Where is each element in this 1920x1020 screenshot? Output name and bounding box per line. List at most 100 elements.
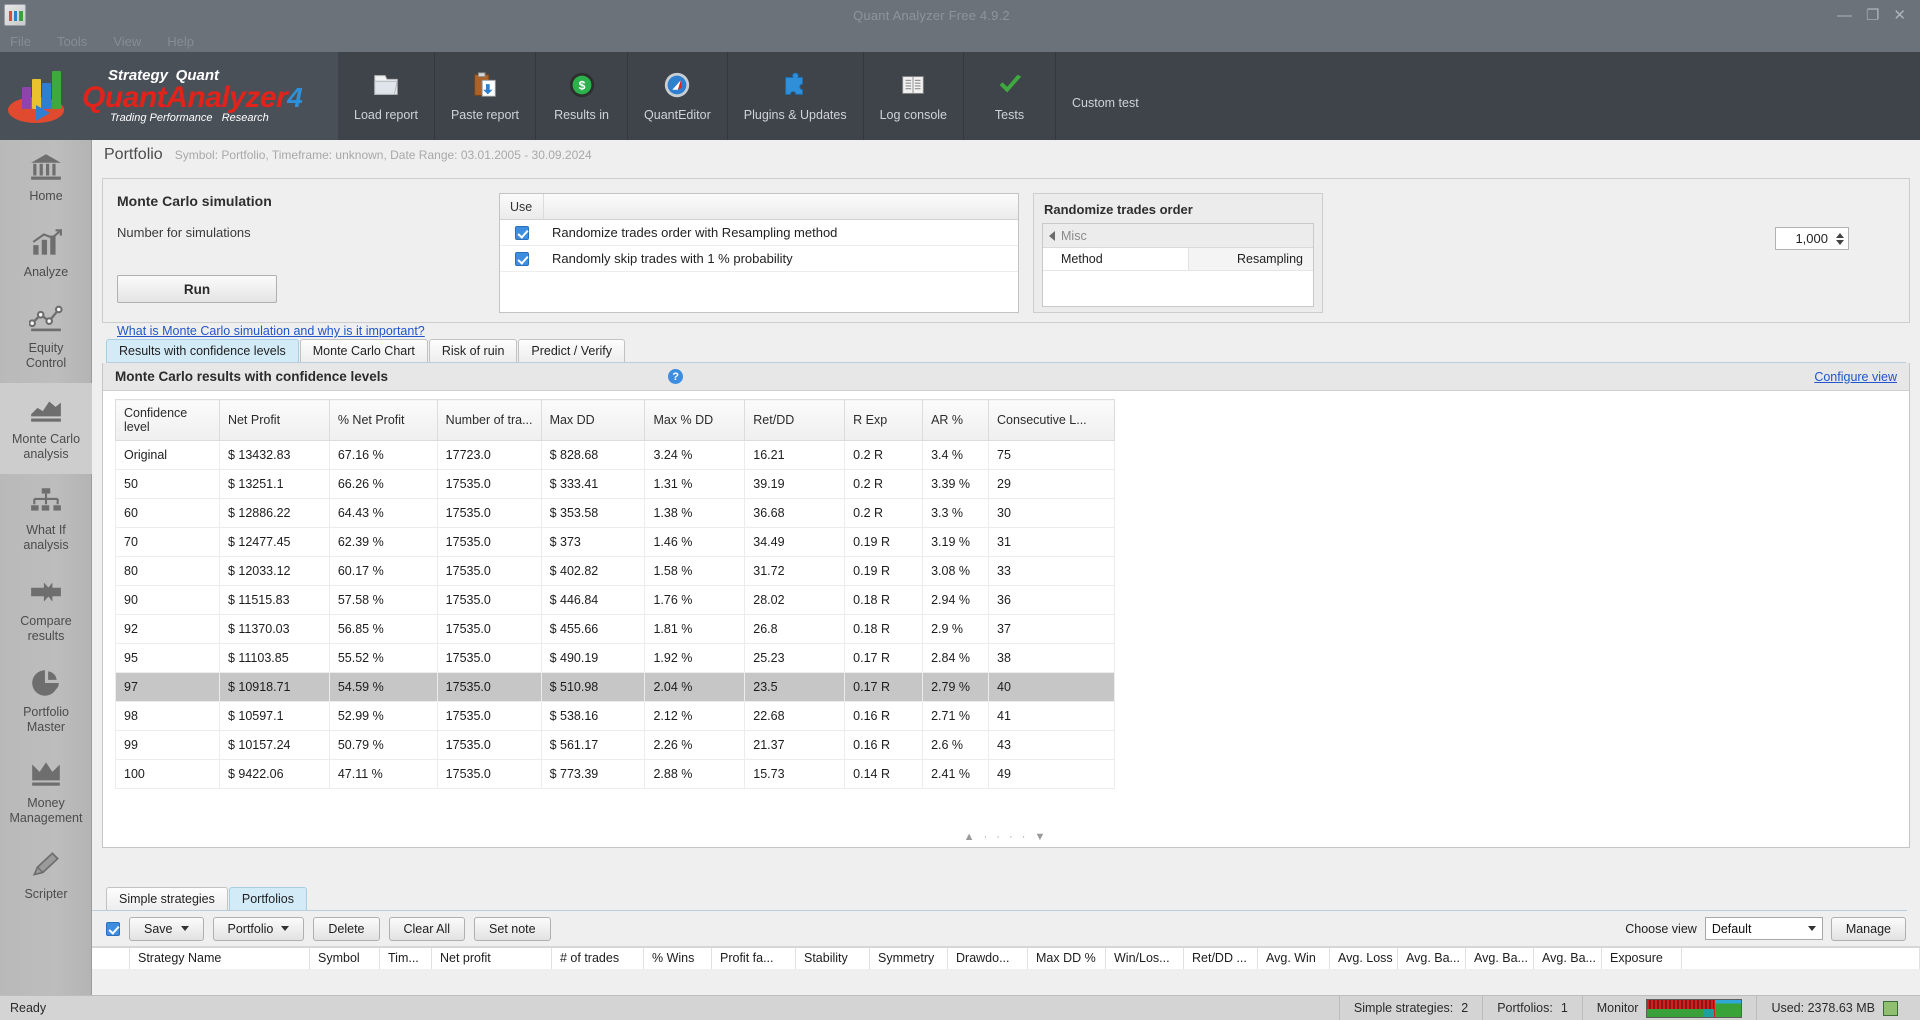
grid-column-header[interactable]: Avg. Win [1258,948,1330,969]
tab-predict-verify[interactable]: Predict / Verify [518,339,625,362]
sidebar-item-money-management[interactable]: Money Management [0,747,92,838]
table-row[interactable]: 50 $ 13251.1 66.26 % 17535.0 $ 333.41 1.31 % 3… [115,469,1115,499]
ribbon-log-console[interactable]: Log console [864,52,965,140]
sidebar-item-portfolio-master[interactable]: Portfolio Master [0,656,92,747]
grid-column-header[interactable]: Avg. Ba... [1398,948,1466,969]
delete-button[interactable]: Delete [313,916,380,941]
grid-column-header[interactable]: Profit fa... [712,948,796,969]
property-value[interactable]: Resampling [1189,248,1313,270]
grid-column-header[interactable]: Exposure [1602,948,1682,969]
grid-column-header[interactable]: Ret/DD ... [1184,948,1258,969]
col-ret-dd[interactable]: Ret/DD [744,399,846,441]
randomize-property-row[interactable]: Method Resampling [1043,248,1313,271]
grid-column-header[interactable]: % Wins [644,948,712,969]
manage-button[interactable]: Manage [1830,916,1906,941]
table-row[interactable]: 80 $ 12033.12 60.17 % 17535.0 $ 402.82 1.58 %… [115,556,1115,586]
run-button[interactable]: Run [117,275,277,303]
col-max-dd[interactable]: Max DD [540,399,646,441]
grid-column-header[interactable]: Drawdo... [948,948,1028,969]
collapse-triangle-icon[interactable] [1049,230,1055,241]
grid-column-header[interactable]: Avg. Ba... [1534,948,1602,969]
ribbon-plugins-updates[interactable]: Plugins & Updates [728,52,864,140]
grid-column-header[interactable]: Max DD % [1028,948,1106,969]
randomly-skip-checkbox[interactable] [515,251,529,266]
ribbon-results-in[interactable]: $ Results in [536,52,629,140]
recycle-icon[interactable] [1883,1000,1898,1016]
close-icon[interactable]: ✕ [1893,8,1906,23]
chevron-down-icon[interactable] [281,926,290,931]
option-row-randomize[interactable]: Randomize trades order with Resampling m… [500,220,1018,246]
sidebar-item-equity-control[interactable]: Equity Control [0,292,92,383]
col-consecutive-l[interactable]: Consecutive L... [988,399,1115,441]
menu-item-file[interactable]: File [10,34,31,49]
tab-simple-strategies[interactable]: Simple strategies [106,887,228,910]
grid-column-header[interactable]: Symmetry [870,948,948,969]
monitor-graph-icon[interactable] [1646,998,1743,1018]
sidebar-item-scripter[interactable]: Scripter [0,838,92,914]
menu-item-help[interactable]: Help [167,34,194,49]
simulations-stepper[interactable]: 1,000 [1775,227,1849,250]
ribbon-tests[interactable]: Tests [964,52,1057,140]
randomize-trades-checkbox[interactable] [515,225,529,240]
sidebar-item-home[interactable]: Home [0,140,92,216]
col-pct-net-profit[interactable]: % Net Profit [328,399,438,441]
stepper-arrows[interactable] [1834,232,1848,245]
table-row[interactable]: 70 $ 12477.45 62.39 % 17535.0 $ 373 1.46 % 34.… [115,527,1115,557]
tab-risk-of-ruin[interactable]: Risk of ruin [428,339,518,362]
minimize-icon[interactable]: — [1837,8,1852,23]
configure-view-link[interactable]: Configure view [1814,370,1897,384]
sidebar-item-monte-carlo-analysis[interactable]: Monte Carlo analysis [0,383,92,474]
col-r-exp[interactable]: R Exp [844,399,924,441]
table-row[interactable]: 97 $ 10918.71 54.59 % 17535.0 $ 510.98 2.04 %… [115,672,1115,702]
table-row[interactable]: 60 $ 12886.22 64.43 % 17535.0 $ 353.58 1.38 %… [115,498,1115,528]
sidebar-item-what-if-analysis[interactable]: What If analysis [0,474,92,565]
ribbon-custom-test[interactable]: Custom test [1056,52,1155,140]
table-row[interactable]: 98 $ 10597.1 52.99 % 17535.0 $ 538.16 2.12 % 2… [115,701,1115,731]
ribbon-load-report[interactable]: Load report [338,52,435,140]
grid-column-header[interactable]: Avg. Loss [1330,948,1398,969]
grid-column-header[interactable]: # of trades [552,948,644,969]
monte-carlo-help-link[interactable]: What is Monte Carlo simulation and why i… [117,324,425,338]
simulations-value[interactable]: 1,000 [1776,231,1834,246]
table-row[interactable]: Original $ 13432.83 67.16 % 17723.0 $ 828.68… [115,440,1115,470]
grid-column-header[interactable]: Net profit [432,948,552,969]
col-number-of-trades[interactable]: Number of tra... [436,399,542,441]
option-row-skip[interactable]: Randomly skip trades with 1 % probabilit… [500,246,1018,272]
menu-item-tools[interactable]: Tools [57,34,87,49]
grid-column-header[interactable]: Strategy Name [130,948,310,969]
ribbon-quanteditor[interactable]: QuantEditor [628,52,728,140]
option-checkbox-cell[interactable] [500,251,544,266]
col-max-pct-dd[interactable]: Max % DD [644,399,746,441]
grid-column-header[interactable]: Avg. Ba... [1466,948,1534,969]
select-all-checkbox[interactable] [106,921,120,936]
chevron-down-icon[interactable] [1807,926,1816,931]
save-button[interactable]: Save [129,916,204,941]
grid-select-column-header[interactable] [92,948,130,969]
help-icon[interactable]: ? [668,369,684,384]
tab-results-with-confidence-levels[interactable]: Results with confidence levels [106,339,299,362]
tab-portfolios[interactable]: Portfolios [228,887,307,910]
menu-item-view[interactable]: View [113,34,141,49]
col-ar-pct[interactable]: AR % [922,399,990,441]
maximize-icon[interactable]: ❐ [1866,8,1879,23]
table-row[interactable]: 100 $ 9422.06 47.11 % 17535.0 $ 773.39 2.88 %… [115,759,1115,789]
grid-column-header[interactable]: Win/Los... [1106,948,1184,969]
table-row[interactable]: 92 $ 11370.03 56.85 % 17535.0 $ 455.66 1.81 %… [115,614,1115,644]
stepper-down-icon[interactable] [1835,239,1844,245]
col-confidence-level[interactable]: Confidence level [115,399,220,441]
ribbon-paste-report[interactable]: Paste report [435,52,537,140]
portfolio-button[interactable]: Portfolio [212,916,305,941]
grid-column-header[interactable]: Symbol [310,948,380,969]
clear-all-button[interactable]: Clear All [388,916,466,941]
table-row[interactable]: 90 $ 11515.83 57.58 % 17535.0 $ 446.84 1.76 %… [115,585,1115,615]
grid-column-header[interactable]: Stability [796,948,870,969]
col-net-profit[interactable]: Net Profit [218,399,330,441]
sidebar-item-analyze[interactable]: Analyze [0,216,92,292]
chevron-down-icon[interactable] [180,926,189,931]
stepper-up-icon[interactable] [1835,232,1844,238]
randomize-group-header[interactable]: Misc [1043,224,1313,248]
choose-view-select[interactable]: Default [1704,917,1823,940]
status-monitor[interactable]: Monitor [1581,996,1757,1020]
table-row[interactable]: 95 $ 11103.85 55.52 % 17535.0 $ 490.19 1.92 %… [115,643,1115,673]
tab-monte-carlo-chart[interactable]: Monte Carlo Chart [299,339,428,362]
